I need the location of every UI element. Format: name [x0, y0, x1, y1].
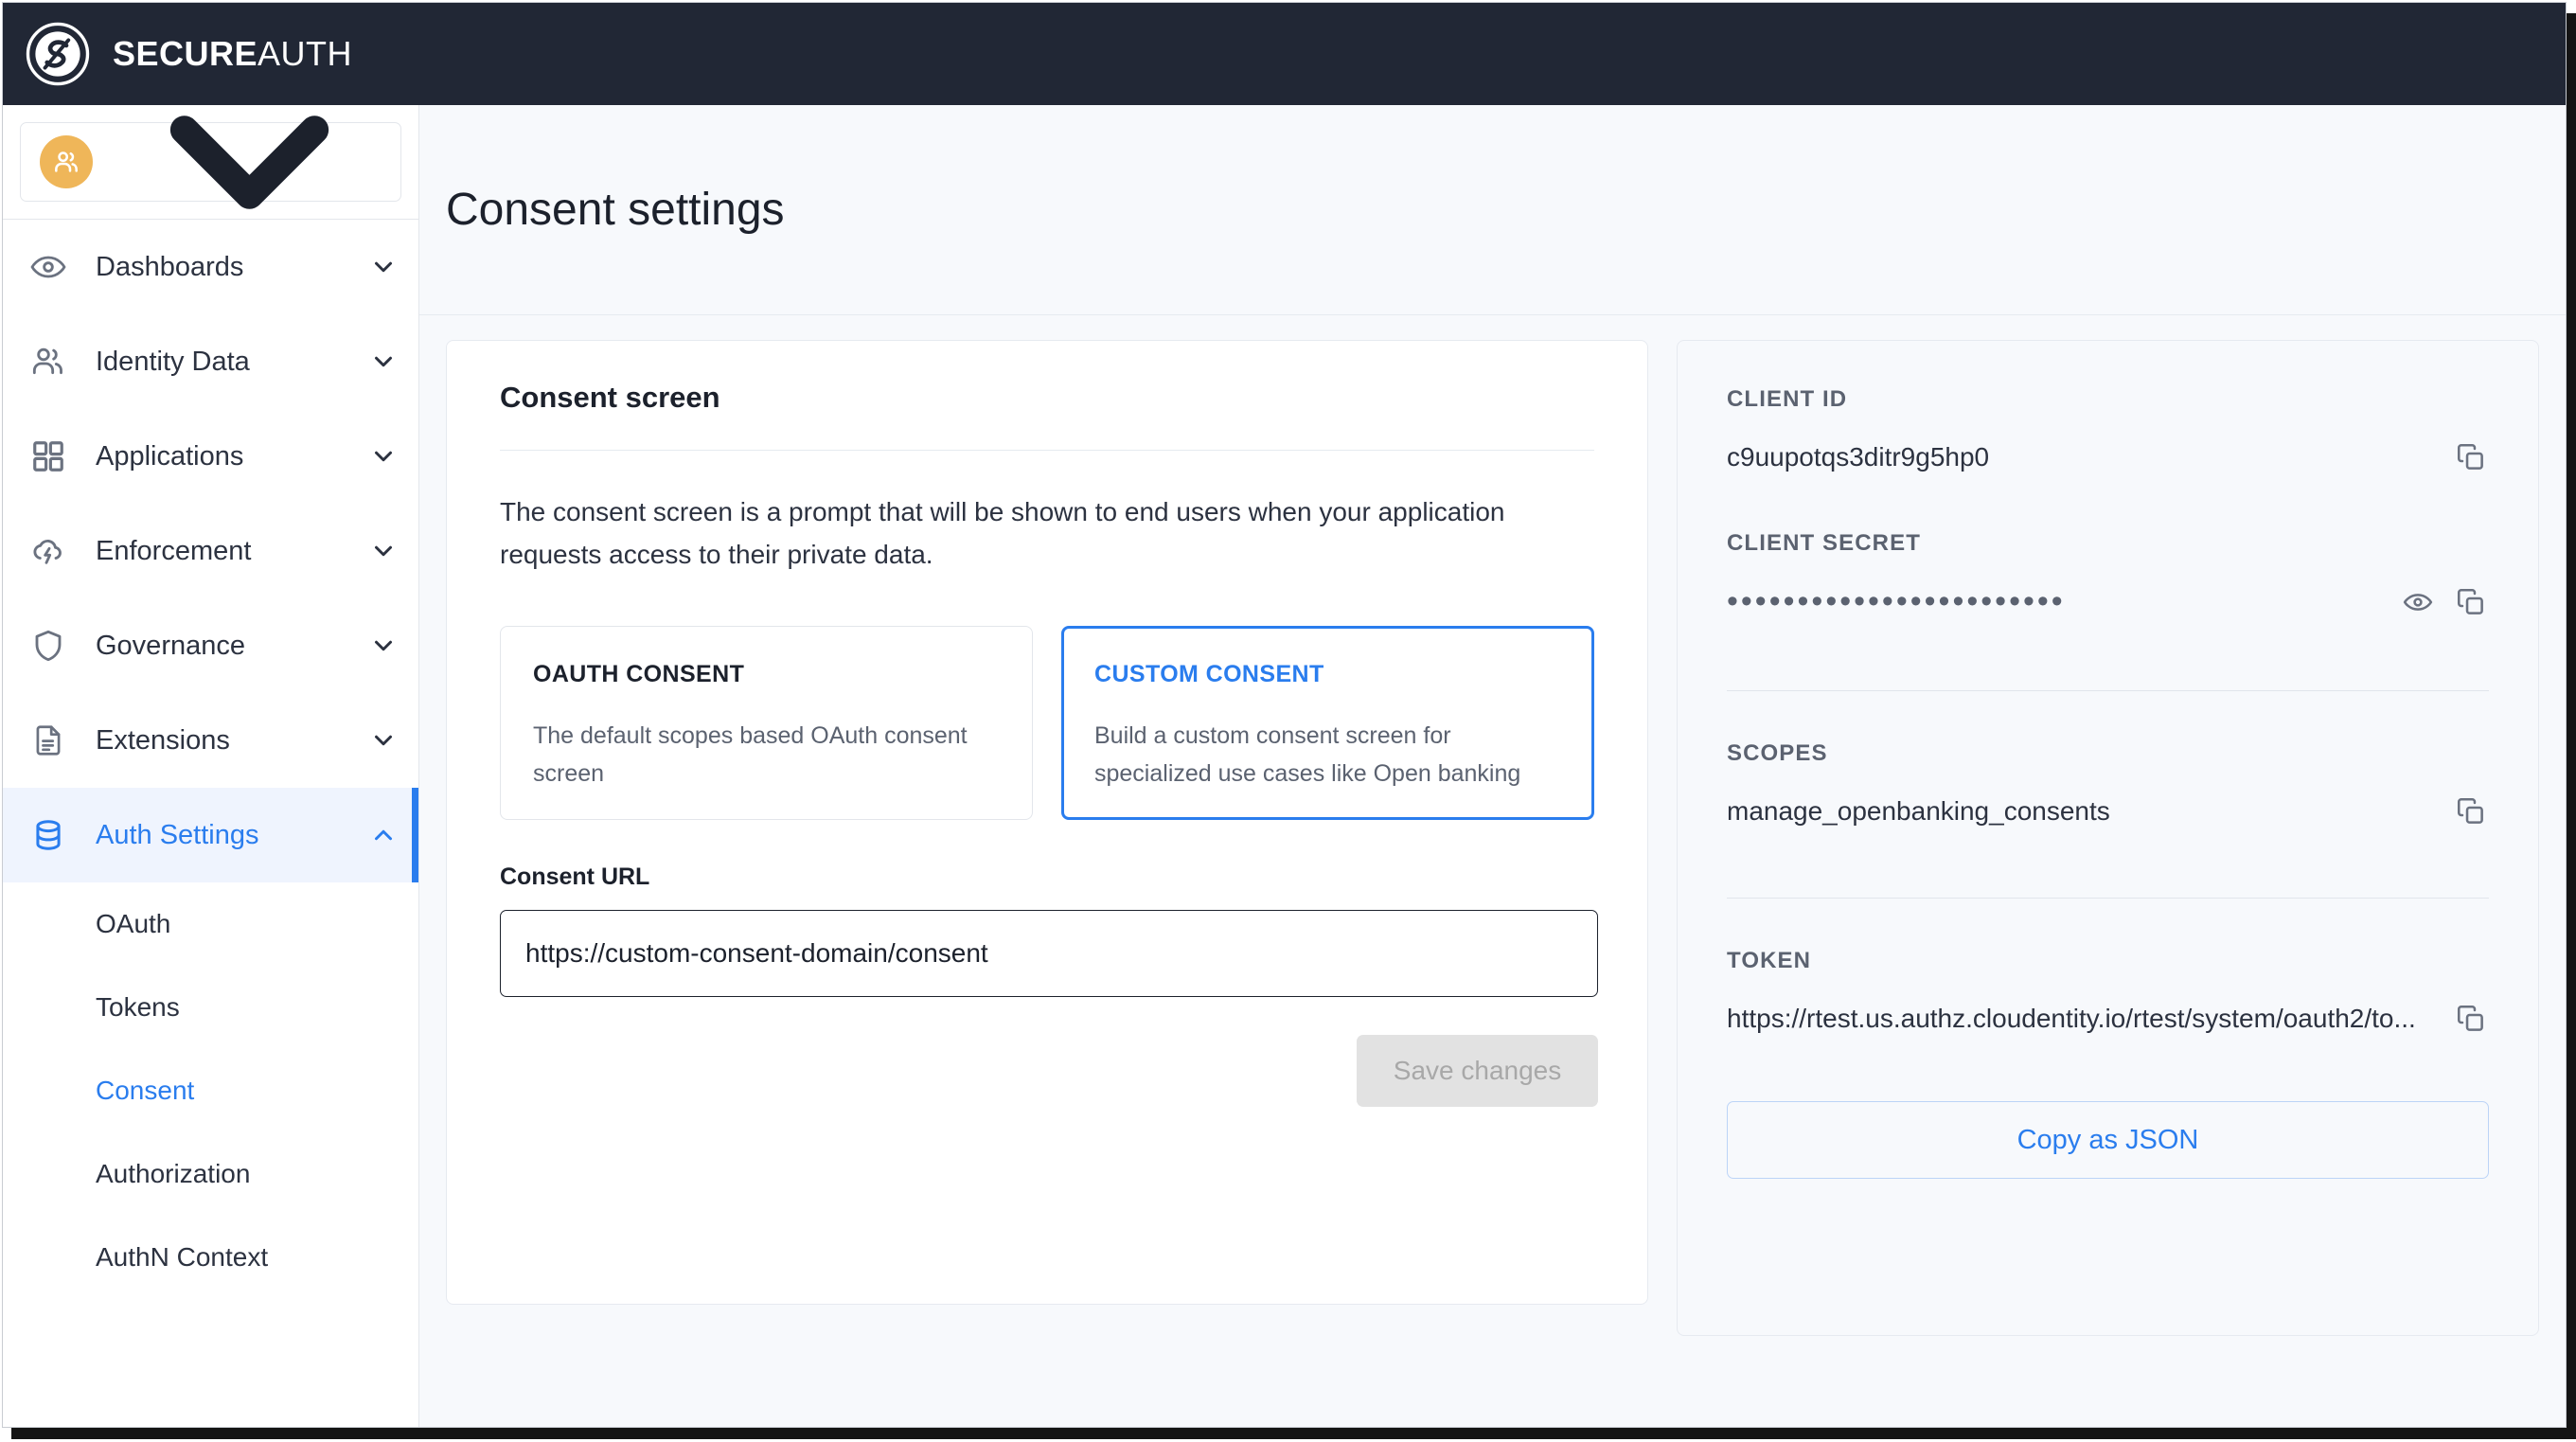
sidebar-subitem-label: Consent — [96, 1076, 195, 1105]
sidebar-item-applications[interactable]: Applications — [3, 409, 418, 504]
users-icon — [27, 341, 69, 383]
sidebar-item-identity-data[interactable]: Identity Data — [3, 314, 418, 409]
copy-icon[interactable] — [2453, 584, 2489, 620]
save-changes-button[interactable]: Save changes — [1357, 1034, 1598, 1107]
consent-url-label: Consent URL — [500, 863, 650, 890]
info-divider — [1727, 690, 2489, 691]
token-value: https://rtest.us.authz.cloudentity.io/rt… — [1727, 1004, 2416, 1033]
sidebar-subitem-oauth[interactable]: OAuth — [3, 882, 418, 966]
top-bar: SECUREAUTH — [3, 3, 2566, 105]
sidebar-item-label: Dashboards — [96, 251, 244, 282]
sidebar-item-label: Enforcement — [96, 535, 252, 566]
option-description: The default scopes based OAuth consent s… — [533, 721, 968, 788]
users-avatar-icon — [40, 135, 93, 188]
sidebar-subitem-authorization[interactable]: Authorization — [3, 1132, 418, 1216]
sidebar-subitem-label: Tokens — [96, 992, 180, 1022]
sidebar-item-label: Applications — [96, 440, 244, 472]
info-divider — [1727, 898, 2489, 899]
main-content: Consent settings Consent screen The cons… — [419, 105, 2566, 1427]
token-label: TOKEN — [1727, 948, 1812, 973]
sidebar-item-enforcement[interactable]: Enforcement — [3, 504, 418, 598]
copy-icon[interactable] — [2453, 1001, 2489, 1037]
page-title: Consent settings — [446, 185, 785, 235]
sidebar-subitem-label: OAuth — [96, 909, 171, 938]
scopes-row: manage_openbanking_consents — [1727, 793, 2489, 829]
sidebar: cdr-test Dashboards — [3, 105, 419, 1427]
client-info-card: CLIENT ID c9uupotqs3ditr9g5hp0 CLIENT SE… — [1677, 340, 2539, 1336]
consent-screen-heading: Consent screen — [500, 381, 720, 414]
sidebar-item-governance[interactable]: Governance — [3, 598, 418, 693]
copy-icon[interactable] — [2453, 793, 2489, 829]
consent-screen-description: The consent screen is a prompt that will… — [500, 497, 1505, 570]
copy-icon[interactable] — [2453, 439, 2489, 475]
content-row: Consent screen The consent screen is a p… — [419, 315, 2566, 1427]
grid-icon — [27, 436, 69, 477]
secureauth-s-logo-icon — [26, 22, 90, 86]
chevron-down-icon[interactable] — [369, 442, 398, 471]
document-icon — [27, 720, 69, 761]
shield-icon — [27, 625, 69, 667]
chevron-down-icon[interactable] — [369, 253, 398, 281]
cloud-bolt-icon — [27, 530, 69, 572]
consent-type-options: OAUTH CONSENT The default scopes based O… — [500, 625, 1594, 820]
copy-as-json-button[interactable]: Copy as JSON — [1727, 1101, 2489, 1179]
sidebar-item-label: Identity Data — [96, 346, 250, 377]
client-secret-row: •••••••••••••••••••••••• — [1727, 583, 2489, 620]
sidebar-item-label: Auth Settings — [96, 819, 259, 850]
client-secret-masked-value: •••••••••••••••••••••••• — [1727, 583, 2066, 619]
tenant-selector[interactable]: cdr-test — [20, 115, 401, 209]
client-secret-label: CLIENT SECRET — [1727, 530, 1921, 556]
sidebar-subitem-consent[interactable]: Consent — [3, 1049, 418, 1132]
sidebar-subitem-tokens[interactable]: Tokens — [3, 966, 418, 1049]
chevron-down-icon[interactable] — [369, 726, 398, 755]
sidebar-subitem-authn-context[interactable]: AuthN Context — [3, 1216, 418, 1299]
sidebar-item-extensions[interactable]: Extensions — [3, 693, 418, 788]
option-oauth-consent[interactable]: OAUTH CONSENT The default scopes based O… — [500, 625, 1033, 820]
eye-icon — [27, 246, 69, 288]
database-icon — [27, 814, 69, 856]
sidebar-item-dashboards[interactable]: Dashboards — [3, 220, 418, 314]
sidebar-item-label: Extensions — [96, 724, 230, 756]
option-title: OAUTH CONSENT — [533, 660, 745, 687]
chevron-up-icon[interactable] — [369, 821, 398, 849]
sidebar-item-label: Governance — [96, 630, 245, 661]
eye-icon[interactable] — [2400, 584, 2436, 620]
client-id-value: c9uupotqs3ditr9g5hp0 — [1727, 442, 1990, 472]
sidebar-item-auth-settings[interactable]: Auth Settings — [3, 788, 418, 882]
app-window: SECUREAUTH cdr-test — [2, 2, 2567, 1428]
consent-url-input[interactable] — [500, 909, 1598, 997]
body-split: cdr-test Dashboards — [3, 105, 2566, 1427]
option-title: CUSTOM CONSENT — [1094, 660, 1324, 687]
chevron-down-icon[interactable] — [369, 347, 398, 376]
sidebar-subitem-label: Authorization — [96, 1159, 251, 1188]
scopes-value: manage_openbanking_consents — [1727, 796, 2110, 826]
consent-screen-card: Consent screen The consent screen is a p… — [446, 340, 1648, 1305]
chevron-down-icon[interactable] — [369, 632, 398, 660]
sidebar-subitem-label: AuthN Context — [96, 1242, 269, 1272]
save-row: Save changes — [500, 1034, 1598, 1107]
option-description: Build a custom consent screen for specia… — [1094, 721, 1521, 788]
option-custom-consent[interactable]: CUSTOM CONSENT Build a custom consent sc… — [1061, 625, 1594, 820]
chevron-down-icon[interactable] — [369, 537, 398, 565]
token-row: https://rtest.us.authz.cloudentity.io/rt… — [1727, 1001, 2489, 1037]
scopes-label: SCOPES — [1727, 740, 1828, 766]
client-id-label: CLIENT ID — [1727, 386, 1848, 412]
client-id-row: c9uupotqs3ditr9g5hp0 — [1727, 439, 2489, 475]
card-divider — [500, 450, 1594, 451]
page-header: Consent settings — [419, 105, 2566, 315]
